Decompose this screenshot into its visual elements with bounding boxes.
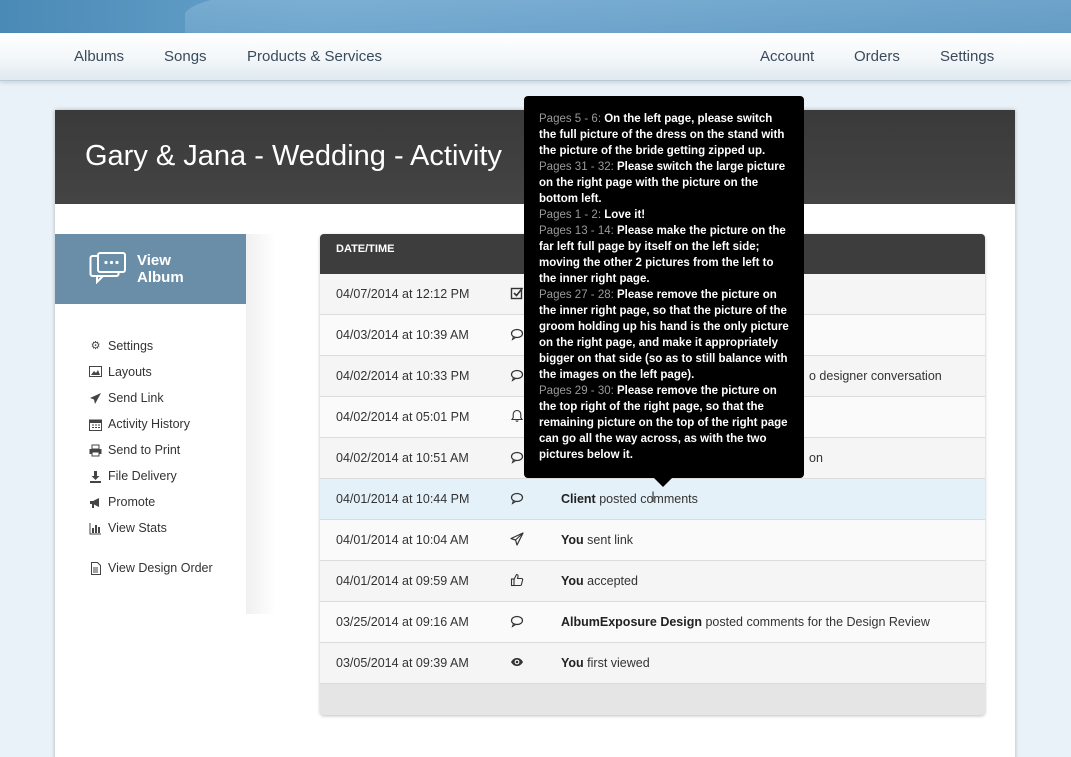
comment-icon — [510, 615, 524, 628]
row-date: 04/01/2014 at 09:59 AM — [336, 574, 469, 588]
paper-plane-icon — [510, 532, 524, 546]
row-activity: on — [809, 451, 823, 465]
table-row[interactable]: 04/01/2014 at 10:04 AM You sent link — [320, 520, 985, 561]
sidebar-item-file-delivery[interactable]: File Delivery — [89, 469, 177, 483]
sidebar-item-label: Send Link — [108, 391, 164, 405]
nav-products-services[interactable]: Products & Services — [247, 48, 382, 65]
tooltip-comment: Pages 27 - 28: Please remove the picture… — [539, 289, 789, 381]
row-date: 04/02/2014 at 10:51 AM — [336, 451, 469, 465]
tooltip-comment: Pages 5 - 6: On the left page, please sw… — [539, 113, 785, 157]
comment-icon — [510, 328, 524, 341]
sidebar-item-layouts[interactable]: Layouts — [89, 365, 152, 379]
checkbox-icon — [510, 287, 524, 300]
album-comment-icon — [89, 252, 126, 284]
sidebar-item-label: View Stats — [108, 521, 167, 535]
row-activity: You first viewed — [561, 656, 650, 670]
bell-icon — [510, 409, 524, 422]
view-album-button[interactable]: View Album — [55, 234, 246, 304]
megaphone-icon — [89, 496, 102, 509]
sidebar-shadow — [246, 234, 276, 614]
row-date: 04/01/2014 at 10:44 PM — [336, 492, 470, 506]
sidebar-item-promote[interactable]: Promote — [89, 495, 155, 509]
table-row[interactable]: 03/05/2014 at 09:39 AM You first viewed — [320, 643, 985, 684]
printer-icon — [89, 444, 102, 457]
image-icon — [89, 365, 102, 379]
sidebar-item-label: Promote — [108, 495, 156, 509]
nav-account[interactable]: Account — [760, 48, 814, 65]
row-date: 04/03/2014 at 10:39 AM — [336, 328, 469, 342]
sidebar-item-send-to-print[interactable]: Send to Print — [89, 443, 180, 457]
gear-icon: ⚙ — [90, 339, 101, 352]
comments-tooltip: Pages 5 - 6: On the left page, please sw… — [524, 96, 804, 478]
row-activity: Client posted comments — [561, 492, 698, 506]
tooltip-comment: Pages 29 - 30: Please remove the picture… — [539, 385, 788, 461]
tooltip-comment: Pages 1 - 2: Love it! — [539, 209, 646, 221]
row-date: 03/25/2014 at 09:16 AM — [336, 615, 469, 629]
nav-orders[interactable]: Orders — [854, 48, 900, 65]
sidebar-item-activity-history[interactable]: Activity History — [89, 417, 190, 431]
eye-icon — [511, 658, 523, 666]
sidebar-item-label: View Design Order — [108, 561, 213, 575]
banner-decoration — [185, 0, 1071, 33]
thumbs-up-icon — [510, 573, 524, 587]
tooltip-comment: Pages 13 - 14: Please make the picture o… — [539, 225, 786, 285]
sidebar-item-view-design-order[interactable]: View Design Order — [89, 561, 213, 575]
sidebar-item-label: Layouts — [108, 365, 152, 379]
row-activity: AlbumExposure Design posted comments for… — [561, 615, 930, 629]
nav-settings[interactable]: Settings — [940, 48, 994, 65]
calendar-icon — [89, 418, 102, 431]
view-album-label: View Album — [137, 252, 184, 286]
comment-icon — [510, 451, 524, 464]
sidebar-item-label: Activity History — [108, 417, 190, 431]
comment-icon — [510, 369, 524, 382]
row-date: 04/01/2014 at 10:04 AM — [336, 533, 469, 547]
row-activity: You accepted — [561, 574, 638, 588]
text-cursor-icon: I — [651, 490, 656, 506]
sidebar-item-settings[interactable]: ⚙ Settings — [89, 339, 154, 353]
sidebar-item-view-stats[interactable]: View Stats — [89, 521, 167, 535]
row-date: 04/02/2014 at 05:01 PM — [336, 410, 470, 424]
comment-icon — [510, 492, 524, 505]
row-date: 03/05/2014 at 09:39 AM — [336, 656, 469, 670]
table-row[interactable]: 03/25/2014 at 09:16 AM AlbumExposure Des… — [320, 602, 985, 643]
sidebar-item-label: Settings — [108, 339, 154, 353]
bar-chart-icon — [89, 522, 102, 535]
row-date: 04/07/2014 at 12:12 PM — [336, 287, 470, 301]
paper-plane-icon — [89, 392, 102, 405]
nav-albums[interactable]: Albums — [74, 48, 124, 65]
sidebar-item-label: Send to Print — [108, 443, 181, 457]
sidebar-item-label: File Delivery — [108, 469, 177, 483]
nav-songs[interactable]: Songs — [164, 48, 207, 65]
download-icon — [89, 470, 102, 483]
row-date: 04/02/2014 at 10:33 PM — [336, 369, 470, 383]
document-icon — [89, 561, 102, 575]
top-banner — [0, 0, 1071, 33]
table-row[interactable]: 04/01/2014 at 09:59 AM You accepted — [320, 561, 985, 602]
sidebar-item-send-link[interactable]: Send Link — [89, 391, 164, 405]
row-activity: o designer conversation — [809, 369, 942, 383]
main-nav: Albums Songs Products & Services Account… — [0, 33, 1071, 81]
page-title: Gary & Jana - Wedding - Activity — [85, 140, 502, 172]
row-activity: You sent link — [561, 533, 634, 547]
tooltip-arrow — [654, 478, 672, 487]
column-header-date: DATE/TIME — [336, 243, 395, 255]
tooltip-comment: Pages 31 - 32: Please switch the large p… — [539, 161, 786, 205]
